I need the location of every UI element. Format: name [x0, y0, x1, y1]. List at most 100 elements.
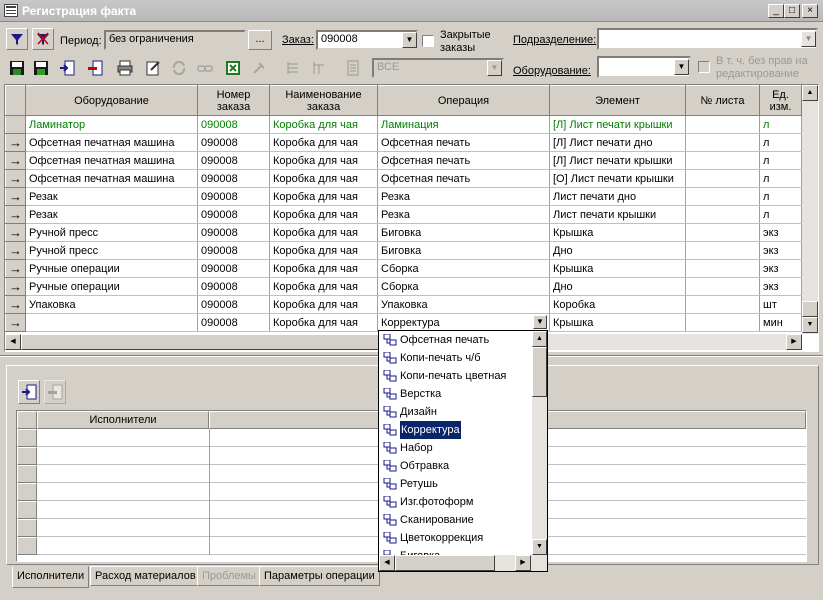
link-button[interactable] — [194, 57, 216, 79]
dropdown-item[interactable]: Набор — [379, 439, 532, 457]
performer-row-indicator[interactable] — [17, 465, 37, 483]
grid-scroll-thumb[interactable] — [802, 301, 818, 317]
close-button[interactable]: × — [802, 4, 818, 18]
cell-operation[interactable]: Корректура — [377, 313, 550, 332]
scroll-left-button[interactable]: ◀ — [5, 334, 21, 350]
cell-equipment[interactable]: Офсетная печатная машина — [25, 151, 198, 170]
grid-row[interactable]: → Ручные операции 090008 Коробка для чая Сбо… — [5, 259, 802, 278]
save-close-button[interactable] — [30, 57, 52, 79]
clear-filter-button[interactable] — [32, 28, 54, 50]
cell-order-name[interactable]: Коробка для чая — [269, 223, 378, 242]
dropdown-item[interactable]: Верстка — [379, 385, 532, 403]
cell-equipment[interactable]: Ручной пресс — [25, 223, 198, 242]
cell-equipment[interactable]: Ручные операции — [25, 259, 198, 278]
performer-row-indicator[interactable] — [17, 519, 37, 537]
cell-operation[interactable]: Резка — [377, 187, 550, 206]
cell-order-number[interactable]: 090008 — [197, 241, 270, 260]
tree-button[interactable] — [282, 57, 304, 79]
cell-equipment[interactable]: Ручные операции — [25, 277, 198, 296]
grid-row[interactable]: → Офсетная печатная машина 090008 Коробка д… — [5, 133, 802, 152]
cell-unit[interactable]: мин — [759, 313, 802, 332]
cell-sheet-number[interactable] — [685, 223, 760, 242]
dropdown-scroll-thumb[interactable] — [532, 347, 547, 397]
cell-order-number[interactable]: 090008 — [197, 115, 270, 134]
cell-order-name[interactable]: Коробка для чая — [269, 205, 378, 224]
cell-element[interactable]: Дно — [549, 241, 686, 260]
row-indicator[interactable]: → — [5, 277, 26, 296]
row-indicator[interactable]: → — [5, 223, 26, 242]
dropdown-item[interactable]: Изг.фотоформ — [379, 493, 532, 511]
dropdown-scroll-down-button[interactable]: ▼ — [532, 539, 547, 555]
cell-order-number[interactable]: 090008 — [197, 169, 270, 188]
remove-performer-button[interactable] — [44, 380, 66, 404]
cell-equipment[interactable] — [25, 313, 198, 332]
cell-equipment[interactable]: Офсетная печатная машина — [25, 133, 198, 152]
cell-sheet-number[interactable] — [685, 133, 760, 152]
cell-unit[interactable]: шт — [759, 295, 802, 314]
dropdown-horizontal-scrollbar[interactable]: ◀ ▶ — [379, 555, 547, 571]
cell-element[interactable]: Крышка — [549, 313, 686, 332]
grid-row[interactable]: → Офсетная печатная машина 090008 Коробка д… — [5, 169, 802, 188]
cell-sheet-number[interactable] — [685, 151, 760, 170]
maximize-button[interactable]: □ — [784, 4, 800, 18]
cell-unit[interactable]: л — [759, 187, 802, 206]
cell-order-name[interactable]: Коробка для чая — [269, 151, 378, 170]
scroll-down-button[interactable]: ▼ — [802, 317, 818, 333]
cell-order-name[interactable]: Коробка для чая — [269, 241, 378, 260]
cell-sheet-number[interactable] — [685, 295, 760, 314]
tab-materials[interactable]: Расход материалов — [90, 566, 201, 586]
dropdown-item[interactable]: Копи-печать цветная — [379, 367, 532, 385]
performers-column-header[interactable]: Исполнители — [37, 411, 209, 429]
cell-order-number[interactable]: 090008 — [197, 133, 270, 152]
cell-order-name[interactable]: Коробка для чая — [269, 259, 378, 278]
cell-order-number[interactable]: 090008 — [197, 295, 270, 314]
cell-order-name[interactable]: Коробка для чая — [269, 187, 378, 206]
cell-operation[interactable]: Сборка — [377, 277, 550, 296]
cell-equipment[interactable]: Офсетная печатная машина — [25, 169, 198, 188]
refresh-button[interactable] — [168, 57, 190, 79]
tools-button[interactable] — [248, 57, 270, 79]
grid-vertical-scrollbar[interactable]: ▲ ▼ — [802, 85, 818, 334]
grid-row[interactable]: → Ручной пресс 090008 Коробка для чая Биговк… — [5, 223, 802, 242]
cell-sheet-number[interactable] — [685, 115, 760, 134]
grid-row[interactable]: → Офсетная печатная машина 090008 Коробка д… — [5, 151, 802, 170]
equipment-dropdown-button[interactable]: ▼ — [674, 59, 689, 75]
grid-row[interactable]: → 090008 Коробка для чая Корректура Крышка ми… — [5, 313, 802, 332]
cell-sheet-number[interactable] — [685, 259, 760, 278]
grid-row[interactable]: → Ручной пресс 090008 Коробка для чая Биговк… — [5, 241, 802, 260]
cell-element[interactable]: [Л] Лист печати крышки — [549, 115, 686, 134]
period-field[interactable]: без ограничения — [104, 30, 246, 50]
cell-equipment[interactable]: Ручной пресс — [25, 241, 198, 260]
cell-order-name[interactable]: Коробка для чая — [269, 277, 378, 296]
order-dropdown-button[interactable]: ▼ — [402, 32, 417, 48]
dropdown-scroll-up-button[interactable]: ▲ — [532, 331, 547, 347]
print-button[interactable] — [114, 57, 136, 79]
column-header-order-number[interactable]: Номер заказа — [197, 85, 270, 116]
cell-sheet-number[interactable] — [685, 187, 760, 206]
scroll-up-button[interactable]: ▲ — [802, 85, 818, 101]
dropdown-item[interactable]: Ретушь — [379, 475, 532, 493]
grid-row[interactable]: → Резак 090008 Коробка для чая Резка Лист печ… — [5, 187, 802, 206]
tab-operation-params[interactable]: Параметры операции — [259, 566, 380, 586]
scroll-right-button[interactable]: ▶ — [786, 334, 802, 350]
cell-element[interactable]: Дно — [549, 277, 686, 296]
cell-order-number[interactable]: 090008 — [197, 259, 270, 278]
performer-row-indicator[interactable] — [17, 483, 37, 501]
column-header-order-name[interactable]: Наименование заказа — [269, 85, 378, 116]
cell-operation[interactable]: Офсетная печать — [377, 151, 550, 170]
column-header-equipment[interactable]: Оборудование — [25, 85, 198, 116]
closed-orders-checkbox[interactable] — [422, 35, 434, 47]
cell-unit[interactable]: экз — [759, 223, 802, 242]
cell-sheet-number[interactable] — [685, 313, 760, 332]
dropdown-item[interactable]: Дизайн — [379, 403, 532, 421]
cell-unit[interactable]: л — [759, 115, 802, 134]
cell-unit[interactable]: л — [759, 169, 802, 188]
dropdown-vertical-scrollbar[interactable]: ▲ ▼ — [532, 331, 547, 555]
cell-operation[interactable]: Офсетная печать — [377, 169, 550, 188]
row-indicator[interactable]: → — [5, 205, 26, 224]
cell-equipment[interactable]: Резак — [25, 205, 198, 224]
cell-sheet-number[interactable] — [685, 241, 760, 260]
performer-row-indicator[interactable] — [17, 537, 37, 555]
cell-operation[interactable]: Офсетная печать — [377, 133, 550, 152]
row-indicator[interactable]: → — [5, 169, 26, 188]
